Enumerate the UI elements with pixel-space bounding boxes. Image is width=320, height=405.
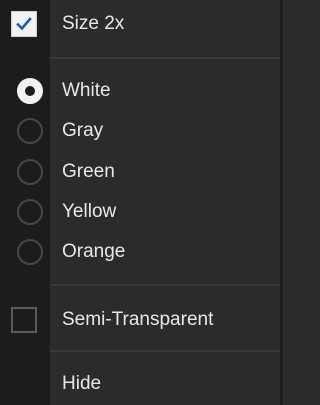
checkbox-unchecked-icon [11,307,37,333]
radio-selected-icon [17,78,43,104]
menu-item-label: White [62,80,111,101]
menu-item-label: Gray [62,120,104,141]
menu-item-orange[interactable]: Orange [0,232,280,272]
menu-separator [50,57,280,59]
checkmark-icon [16,17,32,31]
menu-item-green[interactable]: Green [0,152,280,192]
radio-empty-icon [17,159,43,185]
menu-separator [50,284,280,286]
radio-empty-icon [17,239,43,265]
radio-empty-icon [17,199,43,225]
menu-item-label: Semi-Transparent [62,309,214,330]
menu-item-hide[interactable]: Hide [0,364,280,404]
menu-separator [50,350,280,352]
menu-border [280,0,283,405]
menu-item-label: Hide [62,373,102,394]
menu-item-label: Yellow [62,201,117,222]
context-menu: Size 2x White Gray Green Yellow Orange S… [0,0,283,405]
menu-item-gray[interactable]: Gray [0,111,280,151]
menu-item-white[interactable]: White [0,71,280,111]
checkbox-checked-icon [11,11,37,37]
menu-item-label: Green [62,161,115,182]
menu-item-semi-transparent[interactable]: Semi-Transparent [0,300,280,340]
menu-item-label: Orange [62,241,126,262]
menu-item-label: Size 2x [62,13,125,34]
menu-item-size-2x[interactable]: Size 2x [0,4,280,44]
radio-empty-icon [17,118,43,144]
menu-item-yellow[interactable]: Yellow [0,192,280,232]
